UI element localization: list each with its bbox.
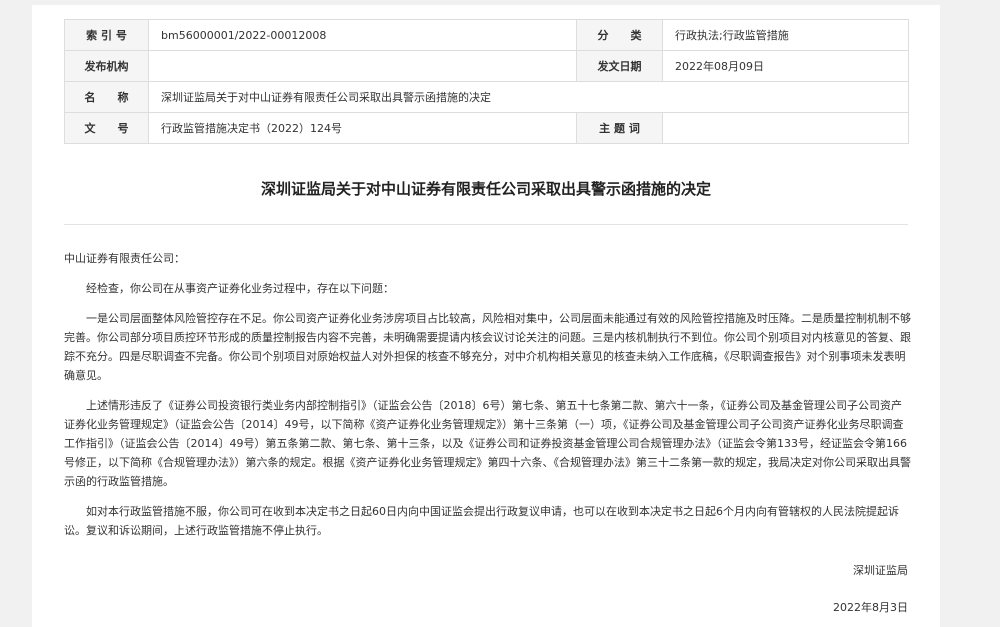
paragraph-violations: 上述情形违反了《证券公司投资银行类业务内部控制指引》（证监会公告〔2018〕6号… [64, 399, 911, 488]
salutation: 中山证券有限责任公司： [64, 252, 185, 265]
index-number-label: 索 引 号 [64, 19, 149, 51]
metadata-row-docno: 文 号 行政监管措施决定书（2022）124号 主 题 词 [64, 112, 909, 144]
issue-date-label: 发文日期 [576, 50, 663, 82]
signature-date: 2022年8月3日 [833, 601, 908, 614]
subject-keywords-value [662, 112, 909, 144]
document-title: 深圳证监局关于对中山证券有限责任公司采取出具警示函措施的决定 [260, 180, 711, 198]
document-metadata-table: 索 引 号 bm56000001/2022-00012008 分 类 行政执法;… [64, 19, 909, 144]
title-divider [64, 224, 908, 225]
publisher-value [148, 50, 577, 82]
paragraph-intro: 经检查，你公司在从事资产证券化业务过程中，存在以下问题： [86, 282, 394, 295]
document-body: 中山证券有限责任公司： 经检查，你公司在从事资产证券化业务过程中，存在以下问题：… [64, 249, 912, 551]
document-page: 索 引 号 bm56000001/2022-00012008 分 类 行政执法;… [32, 5, 940, 627]
document-number-label: 文 号 [64, 112, 149, 144]
paragraph-issues: 一是公司层面整体风险管控存在不足。你公司资产证券化业务涉房项目占比较高，风险相对… [64, 312, 911, 382]
issue-date-value: 2022年08月09日 [662, 50, 909, 82]
paragraph-appeal: 如对本行政监管措施不服，你公司可在收到本决定书之日起60日内向中国证监会提出行政… [64, 505, 899, 537]
category-label: 分 类 [576, 19, 663, 51]
metadata-row-index: 索 引 号 bm56000001/2022-00012008 分 类 行政执法;… [64, 19, 909, 51]
category-value: 行政执法;行政监管措施 [662, 19, 909, 51]
subject-keywords-label: 主 题 词 [576, 112, 663, 144]
document-name-value: 深圳证监局关于对中山证券有限责任公司采取出具警示函措施的决定 [148, 81, 909, 113]
issuer-signature: 深圳证监局 [853, 564, 908, 577]
document-name-label: 名 称 [64, 81, 149, 113]
publisher-label: 发布机构 [64, 50, 149, 82]
index-number-value: bm56000001/2022-00012008 [148, 19, 577, 51]
metadata-row-name: 名 称 深圳证监局关于对中山证券有限责任公司采取出具警示函措施的决定 [64, 81, 909, 113]
metadata-row-publisher: 发布机构 发文日期 2022年08月09日 [64, 50, 909, 82]
document-number-value: 行政监管措施决定书（2022）124号 [148, 112, 577, 144]
